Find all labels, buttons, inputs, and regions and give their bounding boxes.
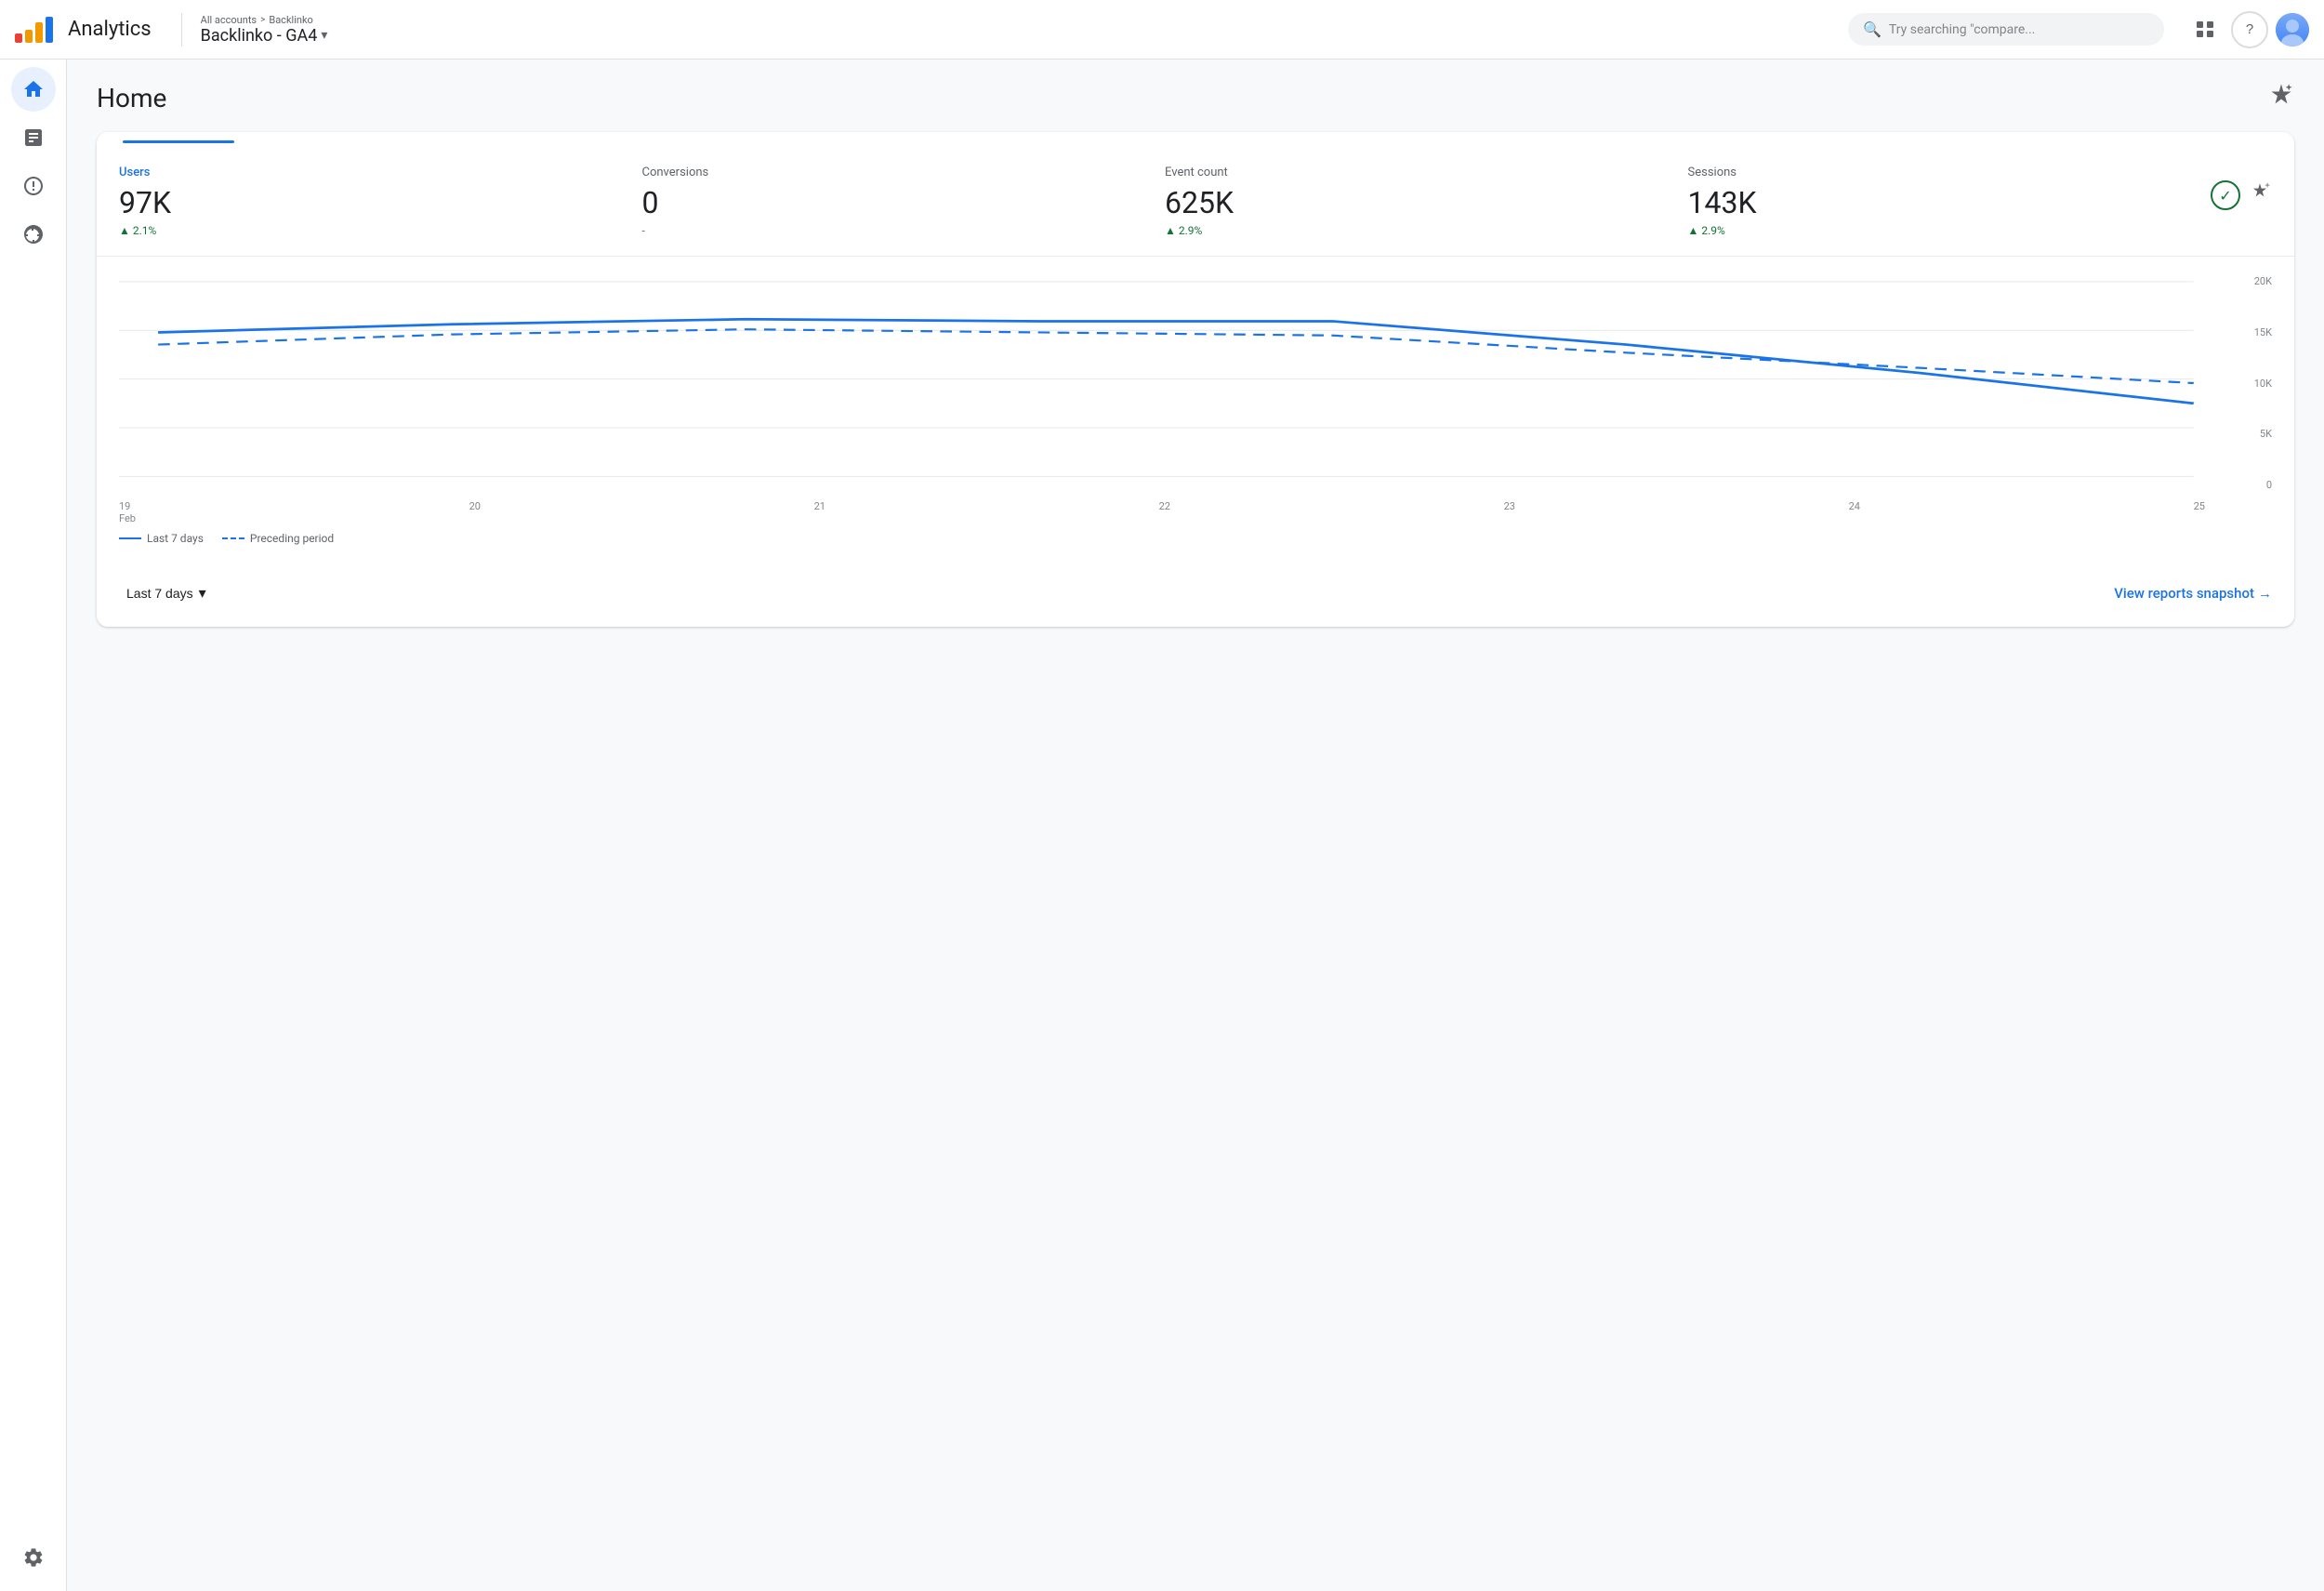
date-range-button[interactable]: Last 7 days ▾ (119, 578, 214, 608)
metric-events-change: ▲ 2.9% (1165, 224, 1688, 237)
sidebar (0, 60, 67, 1591)
view-reports-snapshot-link[interactable]: View reports snapshot → (2114, 585, 2272, 602)
page-title: Home (97, 83, 166, 113)
property-chevron-icon: ▾ (321, 28, 327, 43)
y-label-15k: 15K (2254, 326, 2272, 338)
property-name-text: Backlinko - GA4 (201, 26, 318, 46)
view-reports-arrow-icon: → (2258, 585, 2272, 602)
nav-divider (181, 13, 182, 46)
metric-conversions-label: Conversions (642, 166, 1166, 179)
x-label-22: 22 (1159, 500, 1170, 524)
sidebar-item-reports[interactable] (11, 115, 56, 160)
y-label-20k: 20K (2254, 275, 2272, 287)
metric-sessions-value: 143K (1688, 185, 2212, 220)
legend-preceding-period-label: Preceding period (250, 532, 334, 545)
top-navigation: Analytics All accounts > Backlinko Backl… (0, 0, 2324, 60)
app-title: Analytics (68, 18, 152, 41)
x-label-24: 24 (1849, 500, 1860, 524)
metric-conversions-change: - (642, 224, 1166, 237)
google-analytics-logo (15, 17, 53, 43)
property-selector[interactable]: Backlinko - GA4 ▾ (201, 26, 328, 46)
chart-svg (119, 272, 2272, 495)
metric-status-icons: ✓ (2211, 166, 2272, 256)
page-header: Home (97, 82, 2294, 113)
dashed-line (158, 329, 2194, 383)
logo-bar-blue (46, 17, 53, 43)
breadcrumb: All accounts > Backlinko (201, 14, 328, 26)
sidebar-item-advertising[interactable] (11, 212, 56, 257)
metric-events-label: Event count (1165, 166, 1688, 179)
legend-last-7-days: Last 7 days (119, 532, 204, 545)
user-avatar[interactable] (2276, 13, 2309, 46)
chart-container: 20K 15K 10K 5K 0 (119, 272, 2272, 495)
breadcrumb-parent[interactable]: All accounts (201, 14, 257, 26)
chart-area: 20K 15K 10K 5K 0 19Feb 20 21 22 23 (97, 257, 2294, 563)
metrics-row: Users 97K ▲ 2.1% Conversions 0 - Event c… (97, 147, 2294, 257)
metric-users-label: Users (119, 166, 642, 179)
x-label-23: 23 (1504, 500, 1515, 524)
metric-events[interactable]: Event count 625K ▲ 2.9% (1165, 166, 1688, 256)
check-circle-icon: ✓ (2211, 180, 2240, 210)
sidebar-item-home[interactable] (11, 67, 56, 112)
chart-legend: Last 7 days Preceding period (119, 524, 2272, 549)
logo-bar-orange-tall (35, 22, 43, 43)
insights-button[interactable] (2268, 82, 2294, 113)
breadcrumb-current: Backlinko (269, 14, 312, 26)
date-range-chevron-icon: ▾ (199, 584, 206, 603)
y-label-5k: 5K (2260, 428, 2272, 440)
sparkle-icon (2248, 180, 2272, 210)
date-range-label: Last 7 days (126, 586, 193, 601)
avatar-image (2276, 13, 2309, 46)
breadcrumb-separator: > (260, 15, 265, 25)
metric-users-value: 97K (119, 185, 642, 220)
view-reports-label: View reports snapshot (2114, 585, 2254, 602)
metric-sessions-change: ▲ 2.9% (1688, 224, 2212, 237)
legend-last-7-days-label: Last 7 days (147, 532, 204, 545)
y-axis-labels: 20K 15K 10K 5K 0 (2238, 272, 2272, 495)
logo-bar-red (15, 33, 22, 43)
analytics-card: Users 97K ▲ 2.1% Conversions 0 - Event c… (97, 132, 2294, 627)
x-axis: 19Feb 20 21 22 23 24 25 (119, 495, 2242, 524)
sidebar-item-settings[interactable] (11, 1539, 56, 1584)
search-icon: 🔍 (1863, 20, 1882, 38)
metric-users[interactable]: Users 97K ▲ 2.1% (119, 166, 642, 256)
metric-sessions[interactable]: Sessions 143K ▲ 2.9% (1688, 166, 2212, 256)
y-label-10k: 10K (2254, 378, 2272, 390)
x-label-25: 25 (2194, 500, 2205, 524)
search-bar[interactable]: 🔍 Try searching "compare... (1848, 13, 2164, 46)
metric-sessions-label: Sessions (1688, 166, 2212, 179)
legend-solid-line (119, 537, 141, 539)
x-label-20: 20 (469, 500, 481, 524)
solid-line (158, 319, 2194, 404)
metric-users-change: ▲ 2.1% (119, 224, 642, 237)
metric-conversions-value: 0 (642, 185, 1166, 220)
card-footer: Last 7 days ▾ View reports snapshot → (97, 563, 2294, 627)
legend-preceding-period: Preceding period (222, 532, 334, 545)
grid-icon (2197, 21, 2213, 37)
logo-bar-orange-short (25, 30, 33, 43)
legend-dashed-line (222, 537, 244, 539)
sidebar-item-explore[interactable] (11, 164, 56, 208)
metric-events-value: 625K (1165, 185, 1688, 220)
apps-grid-button[interactable] (2186, 11, 2224, 48)
main-layout: Home Users 97K ▲ 2.1% (0, 60, 2324, 1591)
x-label-19: 19Feb (119, 500, 136, 524)
account-navigation: All accounts > Backlinko Backlinko - GA4… (201, 14, 328, 46)
nav-icons: ? (2186, 11, 2309, 48)
search-placeholder: Try searching "compare... (1889, 22, 2035, 37)
main-content: Home Users 97K ▲ 2.1% (67, 60, 2324, 1591)
help-button[interactable]: ? (2231, 11, 2268, 48)
x-label-21: 21 (814, 500, 825, 524)
y-label-0: 0 (2266, 479, 2272, 491)
metric-conversions[interactable]: Conversions 0 - (642, 166, 1166, 256)
